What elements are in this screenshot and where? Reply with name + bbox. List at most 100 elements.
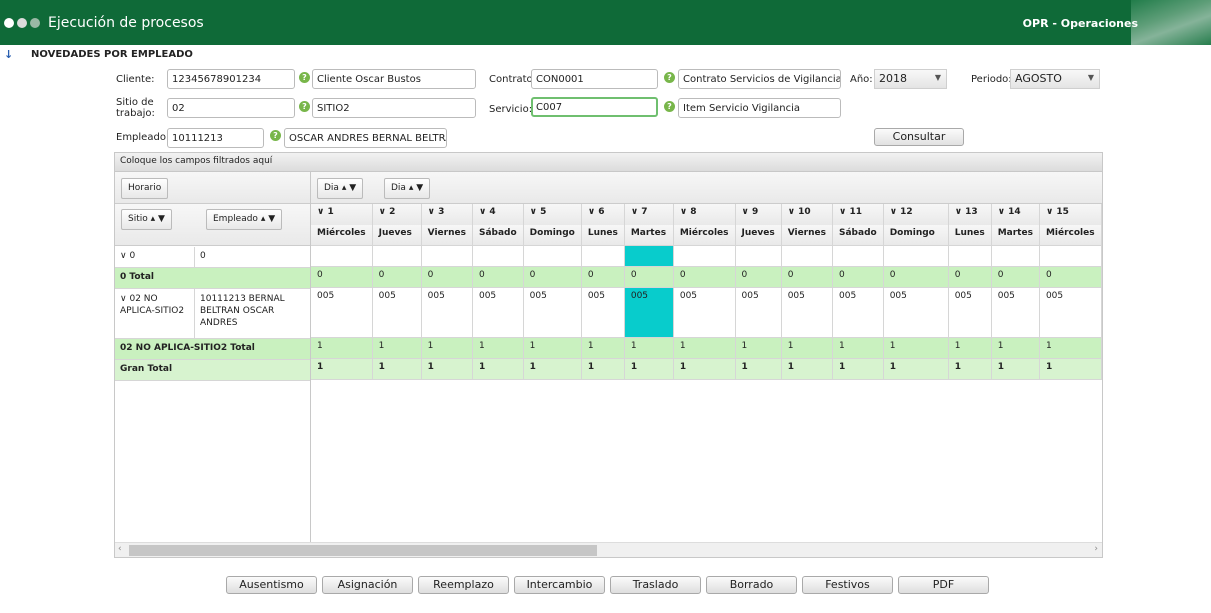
row-1-cell[interactable]: 005 <box>311 287 373 338</box>
gran-total-row-cell[interactable]: 1 <box>523 358 582 380</box>
row-1-total-cell[interactable]: 1 <box>311 337 373 359</box>
day-number-header[interactable]: ∨ 12 <box>883 204 949 225</box>
day-number-header[interactable]: ∨ 10 <box>781 204 834 225</box>
row-1-cell[interactable]: 005 <box>624 287 674 338</box>
row-1-total-cell[interactable]: 1 <box>421 337 473 359</box>
row-0-total-cell[interactable]: 0 <box>673 266 736 288</box>
row-1-total-cell[interactable]: 1 <box>832 337 884 359</box>
day-number-header[interactable]: ∨ 8 <box>673 204 736 225</box>
gran-total-row-cell[interactable]: 1 <box>832 358 884 380</box>
row-1-cell[interactable]: 005 <box>372 287 422 338</box>
scroll-right-icon[interactable]: › <box>1094 544 1098 554</box>
help-icon[interactable]: ? <box>664 72 675 83</box>
gran-total-row-cell[interactable]: 1 <box>311 358 373 380</box>
dia-field-button[interactable]: Dia ▴ ▼ <box>317 178 364 199</box>
row-1-cell[interactable]: 005 <box>1101 287 1102 338</box>
row-0-cell[interactable] <box>581 245 625 267</box>
day-number-header[interactable]: ∨ 11 <box>832 204 884 225</box>
row-1-cell[interactable]: 005 <box>523 287 582 338</box>
row-0-cell[interactable] <box>781 245 834 267</box>
row-0-cell[interactable] <box>311 245 373 267</box>
row-0-total-cell[interactable]: 0 <box>372 266 422 288</box>
gran-total-row-cell[interactable]: 1 <box>421 358 473 380</box>
row-1-cell[interactable]: 005 <box>832 287 884 338</box>
row-1-total-cell[interactable]: 1 <box>372 337 422 359</box>
row-1-total-cell[interactable]: 1 <box>735 337 782 359</box>
row-0-cell[interactable] <box>1101 245 1102 267</box>
ausentismo-button[interactable]: Ausentismo <box>226 576 317 594</box>
scroll-thumb[interactable] <box>129 545 597 556</box>
day-number-header[interactable]: ∨ 13 <box>948 204 992 225</box>
traslado-button[interactable]: Traslado <box>610 576 701 594</box>
gran-total-row-cell[interactable]: 1 <box>472 358 524 380</box>
row-1-cell[interactable]: 005 <box>421 287 473 338</box>
day-number-header[interactable]: ∨ 9 <box>735 204 782 225</box>
row-1-cell[interactable]: 005 <box>581 287 625 338</box>
filter-drop-area[interactable]: Coloque los campos filtrados aquí <box>115 153 1102 172</box>
asignaci-n-button[interactable]: Asignación <box>322 576 413 594</box>
row-1-total-cell[interactable]: 1 <box>624 337 674 359</box>
row-1-total-cell[interactable]: 1 <box>581 337 625 359</box>
help-icon[interactable]: ? <box>664 101 675 112</box>
help-icon[interactable]: ? <box>299 72 310 83</box>
row-1-total-cell[interactable]: 1 <box>1039 337 1102 359</box>
gran-total-row-cell[interactable]: 1 <box>948 358 992 380</box>
dia-field-button[interactable]: Dia ▴ ▼ <box>384 178 431 199</box>
empleado-field-button[interactable]: Empleado ▴ ▼ <box>206 209 283 230</box>
row-0-cell[interactable] <box>735 245 782 267</box>
day-number-header[interactable]: ∨ <box>1101 204 1102 225</box>
empleado-code-input[interactable]: 10111213 <box>167 128 264 148</box>
help-icon[interactable]: ? <box>270 130 281 141</box>
contrato-code-input[interactable]: CON0001 <box>531 69 658 89</box>
row-0-total-cell[interactable]: 0 <box>948 266 992 288</box>
row-sitio-0[interactable]: ∨ 0 <box>115 247 195 268</box>
row-0-cell[interactable] <box>421 245 473 267</box>
row-0-cell[interactable] <box>372 245 422 267</box>
cliente-code-input[interactable]: 12345678901234 <box>167 69 295 89</box>
row-0-total-cell[interactable]: 0 <box>1039 266 1102 288</box>
gran-total-row-cell[interactable]: 1 <box>991 358 1040 380</box>
row-0-total-cell[interactable]: 0 <box>523 266 582 288</box>
festivos-button[interactable]: Festivos <box>802 576 893 594</box>
row-0-total-cell[interactable]: 0 <box>735 266 782 288</box>
row-1-total-cell[interactable]: 1 <box>781 337 834 359</box>
row-0-total-cell[interactable]: 0 <box>781 266 834 288</box>
day-number-header[interactable]: ∨ 6 <box>581 204 625 225</box>
row-0-total-cell[interactable]: 0 <box>883 266 949 288</box>
row-0-cell[interactable] <box>883 245 949 267</box>
gran-total-row-cell[interactable]: 1 <box>372 358 422 380</box>
day-number-header[interactable]: ∨ 5 <box>523 204 582 225</box>
gran-total-row-cell[interactable]: 1 <box>1039 358 1102 380</box>
gran-total-row-cell[interactable]: 1 <box>1101 358 1102 380</box>
day-number-header[interactable]: ∨ 15 <box>1039 204 1102 225</box>
row-0-total-cell[interactable]: 0 <box>581 266 625 288</box>
row-1-cell[interactable]: 005 <box>948 287 992 338</box>
consultar-button[interactable]: Consultar <box>874 128 964 146</box>
gran-total-row-cell[interactable]: 1 <box>673 358 736 380</box>
intercambio-button[interactable]: Intercambio <box>514 576 605 594</box>
pdf-button[interactable]: PDF <box>898 576 989 594</box>
row-1-total-cell[interactable]: 1 <box>991 337 1040 359</box>
periodo-select[interactable]: AGOSTO ▼ <box>1010 69 1100 89</box>
row-1-cell[interactable]: 005 <box>673 287 736 338</box>
servicio-code-input[interactable]: C007 <box>531 97 658 117</box>
day-number-header[interactable]: ∨ 1 <box>311 204 373 225</box>
row-0-total-cell[interactable]: 0 <box>624 266 674 288</box>
row-1-total-cell[interactable]: 1 <box>472 337 524 359</box>
day-number-header[interactable]: ∨ 7 <box>624 204 674 225</box>
row-0-total-cell[interactable]: 0 <box>421 266 473 288</box>
scroll-left-icon[interactable]: ‹ <box>118 544 122 554</box>
sitio-field-button[interactable]: Sitio ▴ ▼ <box>121 209 172 230</box>
day-number-header[interactable]: ∨ 14 <box>991 204 1040 225</box>
row-0-cell[interactable] <box>624 245 674 267</box>
anio-select[interactable]: 2018 ▼ <box>874 69 947 89</box>
row-1-cell[interactable]: 005 <box>1039 287 1102 338</box>
horizontal-scrollbar[interactable]: ‹ › <box>115 542 1102 557</box>
gran-total-row-cell[interactable]: 1 <box>581 358 625 380</box>
day-number-header[interactable]: ∨ 2 <box>372 204 422 225</box>
row-0-cell[interactable] <box>472 245 524 267</box>
row-1-cell[interactable]: 005 <box>781 287 834 338</box>
row-0-total-cell[interactable]: 0 <box>991 266 1040 288</box>
borrado-button[interactable]: Borrado <box>706 576 797 594</box>
day-number-header[interactable]: ∨ 4 <box>472 204 524 225</box>
